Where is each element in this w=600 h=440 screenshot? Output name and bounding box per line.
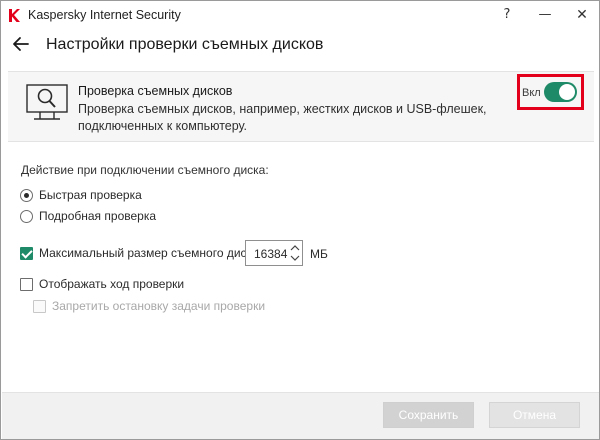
max-size-spinbox[interactable]: 16384 <box>245 240 303 266</box>
radio-quick-scan-button[interactable] <box>20 189 33 202</box>
max-size-label: Максимальный размер съемного диска: <box>39 246 263 260</box>
feature-description-line1: Проверка съемных дисков, например, жестк… <box>78 102 487 116</box>
page-title: Настройки проверки съемных дисков <box>46 36 324 53</box>
max-size-unit: МБ <box>310 247 328 261</box>
max-size-value[interactable]: 16384 <box>254 247 287 261</box>
help-button[interactable]: ? <box>493 4 521 26</box>
radio-quick-scan[interactable]: Быстрая проверка <box>20 188 220 204</box>
max-size-option[interactable]: Максимальный размер съемного диска: <box>20 246 262 262</box>
prevent-stop-label: Запретить остановку задачи проверки <box>52 299 266 313</box>
minimize-button[interactable]: — <box>531 4 559 26</box>
show-progress-option[interactable]: Отображать ход проверки <box>20 277 220 293</box>
back-arrow-icon[interactable] <box>12 34 30 54</box>
close-button[interactable]: ✕ <box>568 4 596 26</box>
feature-title: Проверка съемных дисков <box>78 84 233 98</box>
cancel-button[interactable]: Отмена <box>489 402 580 428</box>
window-title: Kaspersky Internet Security <box>28 8 181 22</box>
action-section-label: Действие при подключении съемного диска: <box>21 163 269 177</box>
toggle-label: Вкл <box>522 87 541 99</box>
show-progress-label: Отображать ход проверки <box>39 277 185 291</box>
radio-full-scan-label: Подробная проверка <box>39 209 157 223</box>
feature-description-line2: подключенных к компьютеру. <box>78 119 248 133</box>
footer-bar: Сохранить Отмена <box>2 392 599 439</box>
kaspersky-logo-icon <box>9 9 20 22</box>
feature-description: Проверка съемных дисков, например, жестк… <box>78 101 498 135</box>
monitor-magnifier-icon <box>26 84 68 120</box>
save-button[interactable]: Сохранить <box>383 402 474 428</box>
app-window: Kaspersky Internet Security ? — ✕ Настро… <box>0 0 600 440</box>
spin-arrows-icon[interactable] <box>290 243 300 263</box>
prevent-stop-option: Запретить остановку задачи проверки <box>33 299 273 315</box>
max-size-checkbox[interactable] <box>20 247 33 260</box>
show-progress-checkbox[interactable] <box>20 278 33 291</box>
radio-full-scan-button[interactable] <box>20 210 33 223</box>
prevent-stop-checkbox <box>33 300 46 313</box>
radio-full-scan[interactable]: Подробная проверка <box>20 209 220 225</box>
toggle-knob <box>559 84 575 100</box>
radio-quick-scan-label: Быстрая проверка <box>39 188 142 202</box>
feature-card: Проверка съемных дисков Проверка съемных… <box>8 71 594 142</box>
title-bar: Kaspersky Internet Security ? — ✕ <box>1 1 599 31</box>
feature-toggle[interactable] <box>544 82 577 102</box>
